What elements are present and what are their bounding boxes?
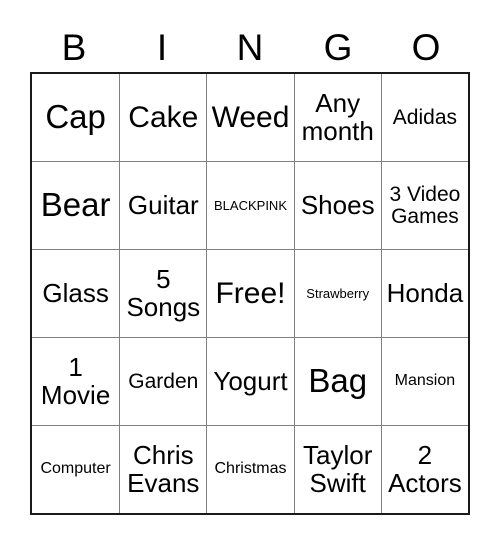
bingo-header-letter-g: G: [323, 26, 353, 68]
bingo-cell-label: Any month: [301, 88, 374, 146]
bingo-cell-label: Chris Evans: [127, 440, 200, 498]
bingo-cell-label: 5 Songs: [126, 264, 201, 322]
bingo-cell[interactable]: Mansion: [380, 338, 469, 425]
bingo-cell[interactable]: Honda: [380, 250, 469, 337]
bingo-cell[interactable]: Weed: [206, 74, 294, 161]
bingo-row: Bear Guitar BLACKPINK Shoes 3 Video Games: [32, 161, 469, 249]
bingo-header-letter-o: O: [411, 26, 441, 68]
bingo-cell-label: Honda: [386, 277, 464, 308]
bingo-row: 1 Movie Garden Yogurt Bag Mansion: [32, 337, 469, 425]
bingo-cell[interactable]: Cap: [32, 74, 120, 161]
bingo-cell[interactable]: Yogurt: [206, 338, 294, 425]
bingo-cell[interactable]: Garden: [119, 338, 207, 425]
bingo-cell-label: Computer: [40, 460, 111, 478]
bingo-cell-label: Shoes: [300, 189, 375, 220]
bingo-cell[interactable]: Strawberry: [293, 250, 381, 337]
bingo-cell-label: Bag: [308, 362, 368, 400]
bingo-cell-label: 2 Actors: [388, 440, 462, 498]
bingo-cell-label: Christmas: [214, 460, 287, 478]
bingo-cell-label: Adidas: [392, 105, 458, 129]
bingo-card: B I N G O Cap Cake Weed Any month Adidas Bear Guit…: [0, 0, 500, 544]
bingo-cell-label: 3 Video Games: [389, 182, 461, 228]
bingo-cell-label: Garden: [128, 369, 199, 393]
bingo-cell[interactable]: Christmas: [206, 426, 294, 513]
bingo-cell[interactable]: 1 Movie: [32, 338, 120, 425]
bingo-cell-label: Cake: [128, 100, 199, 134]
bingo-cell[interactable]: Chris Evans: [119, 426, 207, 513]
bingo-cell[interactable]: Adidas: [380, 74, 469, 161]
bingo-row: Computer Chris Evans Christmas Taylor Swift…: [32, 425, 469, 513]
bingo-cell[interactable]: BLACKPINK: [206, 162, 294, 249]
bingo-cell-label: Strawberry: [306, 285, 370, 301]
bingo-cell-label: Guitar: [127, 189, 199, 220]
bingo-cell-label: BLACKPINK: [214, 197, 287, 213]
bingo-cell[interactable]: Bag: [293, 338, 381, 425]
bingo-cell-label: Weed: [211, 100, 290, 134]
bingo-cell[interactable]: Shoes: [293, 162, 381, 249]
bingo-cell[interactable]: Bear: [32, 162, 120, 249]
bingo-cell[interactable]: 2 Actors: [380, 426, 469, 513]
bingo-header-letter-b: B: [61, 26, 87, 68]
bingo-cell[interactable]: Taylor Swift: [293, 426, 381, 513]
bingo-cell[interactable]: 3 Video Games: [380, 162, 469, 249]
bingo-cell[interactable]: Cake: [119, 74, 207, 161]
bingo-free-space[interactable]: Free!: [206, 250, 294, 337]
bingo-row: Glass 5 Songs Free! Strawberry Honda: [32, 249, 469, 337]
bingo-cell[interactable]: 5 Songs: [119, 250, 207, 337]
bingo-cell-label: Yogurt: [213, 365, 288, 396]
bingo-header-letter-n: N: [236, 26, 264, 68]
bingo-grid: Cap Cake Weed Any month Adidas Bear Guitar BLAC…: [30, 72, 470, 515]
bingo-cell[interactable]: Guitar: [119, 162, 207, 249]
bingo-cell-label: 1 Movie: [40, 352, 111, 410]
bingo-cell[interactable]: Computer: [32, 426, 120, 513]
bingo-cell-label: Glass: [42, 277, 109, 308]
bingo-header-letter-i: I: [156, 26, 168, 68]
bingo-cell-label: Taylor Swift: [303, 440, 373, 498]
bingo-row: Cap Cake Weed Any month Adidas: [32, 74, 469, 161]
bingo-cell-label: Mansion: [394, 372, 456, 390]
bingo-cell[interactable]: Any month: [293, 74, 381, 161]
bingo-cell-label: Free!: [215, 276, 286, 310]
bingo-cell-label: Cap: [45, 98, 106, 136]
bingo-header: BINGO: [30, 22, 470, 72]
bingo-cell[interactable]: Glass: [32, 250, 120, 337]
bingo-cell-label: Bear: [40, 186, 111, 224]
